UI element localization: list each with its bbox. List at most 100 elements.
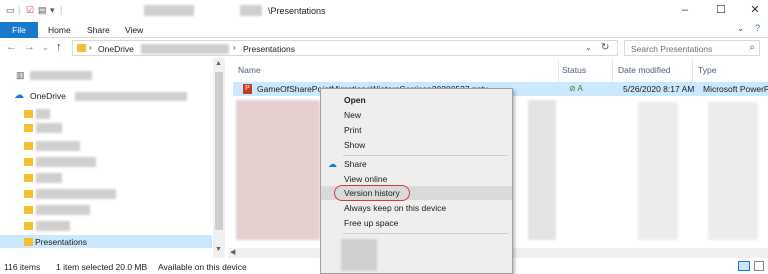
scroll-thumb[interactable] xyxy=(215,72,223,230)
ribbon-controls: ⌄ ? xyxy=(737,23,760,34)
nav-folder-presentations[interactable]: Presentations xyxy=(0,235,212,248)
address-row: ← → ⌄ ↑ › OneDrive › Presentations ⌄ ↻ S… xyxy=(0,38,768,58)
properties-icon[interactable]: ☑ xyxy=(26,5,34,16)
redacted-file-list xyxy=(708,102,758,240)
redacted-item xyxy=(30,71,92,80)
search-placeholder: Search Presentations xyxy=(631,44,713,54)
redacted-path xyxy=(144,5,194,16)
redacted-file-list xyxy=(638,102,678,240)
help-icon[interactable]: ? xyxy=(755,23,760,33)
title-bar: ▭ | ☑ ▤ ▾ | \Presentations – ☐ ✕ xyxy=(0,0,768,22)
divider xyxy=(612,60,613,82)
menu-item-always-keep[interactable]: Always keep on this device xyxy=(321,201,512,215)
nav-onedrive[interactable]: OneDrive xyxy=(30,91,66,101)
divider xyxy=(558,60,559,82)
menu-item-label: View online xyxy=(344,174,388,184)
up-arrow-icon[interactable]: ↑ xyxy=(56,41,62,53)
tab-home[interactable]: Home xyxy=(48,25,71,35)
item-count: 116 items xyxy=(4,262,41,272)
menu-item-label: Print xyxy=(344,125,362,135)
onedrive-cloud-icon: ☁ xyxy=(328,159,337,169)
folder-icon xyxy=(24,190,33,198)
sync-status-icon: ⊘ A xyxy=(569,84,583,93)
close-button[interactable]: ✕ xyxy=(746,3,764,17)
column-header-status[interactable]: Status xyxy=(562,65,586,75)
nav-folder-label: Presentations xyxy=(35,237,87,247)
menu-item-free-up-space[interactable]: Free up space xyxy=(321,216,512,230)
scroll-up-icon[interactable]: ▲ xyxy=(215,60,222,67)
column-header-date[interactable]: Date modified xyxy=(618,65,670,75)
search-input[interactable]: Search Presentations ⌕ xyxy=(624,40,760,56)
redacted-item[interactable] xyxy=(36,157,96,167)
breadcrumb-onedrive[interactable]: OneDrive xyxy=(98,44,134,54)
menu-item-print[interactable]: Print xyxy=(321,123,512,137)
breadcrumb-chevron-icon[interactable]: › xyxy=(233,43,236,52)
selection-info: 1 item selected 20.0 MB xyxy=(56,262,148,272)
folder-icon: ▭ xyxy=(6,5,15,15)
divider: | xyxy=(60,5,63,15)
forward-arrow-icon[interactable]: → xyxy=(24,41,35,53)
divider: | xyxy=(18,5,21,15)
computer-icon: ▥ xyxy=(16,70,25,80)
powerpoint-file-icon: P xyxy=(243,84,252,94)
menu-item-label: New xyxy=(344,110,362,120)
nav-scrollbar[interactable]: ▲ ▼ xyxy=(213,58,225,258)
menu-separator xyxy=(343,155,508,156)
tab-share[interactable]: Share xyxy=(87,25,110,35)
redacted-item[interactable] xyxy=(36,205,90,215)
file-type: Microsoft PowerPoint xyxy=(703,84,768,94)
chevron-down-icon[interactable]: ⌄ xyxy=(737,23,745,33)
search-icon[interactable]: ⌕ xyxy=(749,42,755,53)
menu-item-new[interactable]: New xyxy=(321,108,512,122)
menu-separator xyxy=(343,233,508,234)
menu-item-share[interactable]: ☁ Share xyxy=(321,157,512,171)
redacted-item[interactable] xyxy=(36,123,62,133)
redacted-path xyxy=(240,5,262,16)
breadcrumb-presentations[interactable]: Presentations xyxy=(243,44,295,54)
breadcrumb-chevron-icon[interactable]: › xyxy=(89,43,92,52)
onedrive-cloud-icon: ☁ xyxy=(14,90,24,101)
folder-icon xyxy=(24,158,33,166)
navigation-pane: ▥ ☁ OneDrive Presentations ▲ ▼ xyxy=(0,58,228,258)
highlight-annotation xyxy=(334,185,410,201)
scroll-down-icon[interactable]: ▼ xyxy=(215,246,222,253)
details-view-icon[interactable] xyxy=(738,261,750,271)
minimize-button[interactable]: – xyxy=(676,3,694,17)
menu-item-label: Open xyxy=(344,95,366,105)
folder-icon xyxy=(24,110,33,118)
menu-item-label: Show xyxy=(344,140,366,150)
redacted-item[interactable] xyxy=(36,189,116,199)
redacted-item[interactable] xyxy=(36,173,62,183)
folder-icon xyxy=(24,142,33,150)
maximize-button[interactable]: ☐ xyxy=(712,3,730,17)
menu-item-view-online[interactable]: View online xyxy=(321,172,512,186)
availability-status: Available on this device xyxy=(158,262,247,272)
tab-view[interactable]: View xyxy=(125,25,143,35)
address-dropdown-icon[interactable]: ⌄ xyxy=(585,43,592,52)
menu-item-show[interactable]: Show xyxy=(321,138,512,152)
folder-icon xyxy=(24,174,33,182)
address-bar[interactable]: › OneDrive › Presentations ⌄ ↻ xyxy=(72,40,618,56)
back-arrow-icon[interactable]: ← xyxy=(6,41,17,53)
refresh-icon[interactable]: ↻ xyxy=(601,42,609,53)
tab-file[interactable]: File xyxy=(0,22,38,38)
redacted-item[interactable] xyxy=(36,109,50,119)
redacted-item[interactable] xyxy=(36,141,80,151)
scroll-left-icon[interactable]: ◀ xyxy=(230,248,235,256)
tiles-view-icon[interactable] xyxy=(754,261,764,271)
redacted-path xyxy=(141,44,229,54)
menu-item-open[interactable]: Open xyxy=(321,93,512,107)
new-folder-icon[interactable]: ▤ xyxy=(38,5,47,16)
recent-dropdown-icon[interactable]: ⌄ xyxy=(42,43,49,52)
column-header-name[interactable]: Name xyxy=(238,65,261,75)
ribbon: File Home Share View ⌄ ? xyxy=(0,22,768,38)
redacted-menu-items xyxy=(341,239,377,271)
folder-icon xyxy=(24,206,33,214)
file-date: 5/26/2020 8:17 AM xyxy=(623,84,695,94)
menu-item-label: Share xyxy=(344,159,367,169)
quick-access-dropdown-icon[interactable]: ▾ xyxy=(50,5,55,16)
column-header-type[interactable]: Type xyxy=(698,65,716,75)
redacted-item[interactable] xyxy=(36,221,70,231)
divider xyxy=(692,60,693,82)
window-title: \Presentations xyxy=(268,6,326,16)
